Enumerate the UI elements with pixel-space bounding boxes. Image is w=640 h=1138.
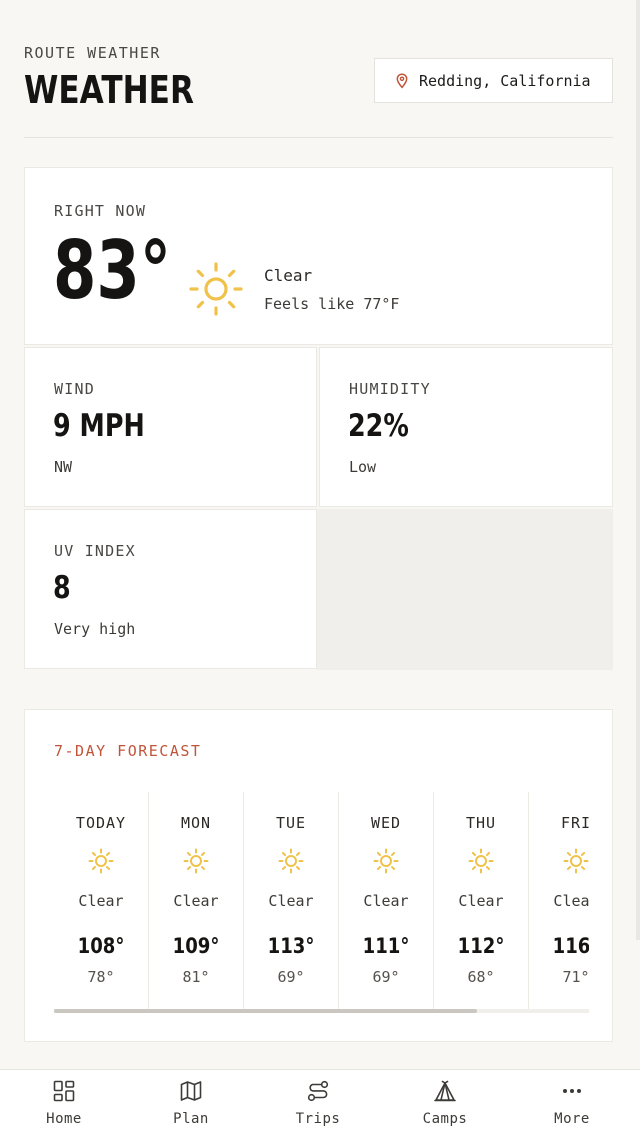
day-name: TUE (275, 814, 307, 832)
day-high: 116° (552, 934, 589, 958)
uv-index-card: UV INDEX 8 Very high (24, 509, 317, 669)
grid-icon (53, 1080, 75, 1102)
day-name: FRI (560, 814, 589, 832)
day-high: 108° (77, 934, 125, 958)
sun-icon (189, 262, 243, 316)
humidity-label: HUMIDITY (349, 380, 431, 398)
day-name: WED (370, 814, 402, 832)
location-button[interactable]: Redding, California (374, 58, 613, 103)
day-condition: Clear (268, 892, 314, 910)
forecast-day: TODAY Clear 108° 78° (54, 792, 149, 1010)
current-condition: Clear (264, 266, 313, 285)
day-condition: Clear (553, 892, 589, 910)
map-pin-icon (396, 72, 408, 89)
day-high: 109° (172, 934, 220, 958)
forecast-day: FRI Clear 116° 71° (529, 792, 589, 1010)
current-conditions-card: RIGHT NOW 83° Clear Feels like 77°F (24, 167, 613, 345)
wind-direction: NW (54, 458, 73, 476)
forecast-scrollbar-thumb[interactable] (54, 1009, 477, 1013)
nav-home[interactable]: Home (0, 1070, 128, 1138)
weather-screen: ROUTE WEATHER WEATHER Redding, Californi… (0, 0, 640, 1138)
wind-card: WIND 9 MPH NW (24, 347, 317, 507)
uv-label: UV INDEX (54, 542, 136, 560)
forecast-day: TUE Clear 113° 69° (244, 792, 339, 1010)
day-condition: Clear (78, 892, 124, 910)
sun-icon (278, 848, 304, 874)
page-header: ROUTE WEATHER WEATHER Redding, Californi… (24, 44, 613, 138)
sun-icon (373, 848, 399, 874)
page-scrollbar[interactable] (636, 0, 640, 940)
day-low: 81° (182, 968, 210, 986)
nav-more[interactable]: More (508, 1070, 636, 1138)
empty-grid-cell (317, 509, 613, 670)
nav-plan[interactable]: Plan (127, 1070, 255, 1138)
uv-value: 8 (53, 570, 71, 606)
nav-trips-label: Trips (295, 1111, 341, 1127)
day-condition: Clear (458, 892, 504, 910)
nav-trips[interactable]: Trips (254, 1070, 382, 1138)
nav-more-label: More (554, 1111, 590, 1127)
forecast-day: MON Clear 109° 81° (149, 792, 244, 1010)
location-label: Redding, California (419, 71, 591, 90)
day-high: 112° (457, 934, 505, 958)
forecast-title: 7-DAY FORECAST (54, 742, 202, 760)
uv-level: Very high (54, 620, 136, 638)
nav-plan-label: Plan (173, 1111, 209, 1127)
nav-camps[interactable]: Camps (381, 1070, 509, 1138)
humidity-value: 22% (348, 408, 409, 444)
nav-home-label: Home (46, 1111, 82, 1127)
forecast-day: THU Clear 112° 68° (434, 792, 529, 1010)
route-icon (307, 1080, 329, 1102)
day-condition: Clear (363, 892, 409, 910)
forecast-scrollbar[interactable] (54, 1009, 589, 1013)
nav-camps-label: Camps (422, 1111, 468, 1127)
day-name: TODAY (75, 814, 127, 832)
forecast-card: 7-DAY FORECAST TODAY Clear 108° 78° MON … (24, 709, 613, 1042)
humidity-level: Low (349, 458, 377, 476)
current-label: RIGHT NOW (54, 202, 147, 220)
day-name: THU (465, 814, 497, 832)
current-temperature: 83° (53, 224, 172, 317)
more-icon (563, 1089, 581, 1093)
forecast-scroller[interactable]: TODAY Clear 108° 78° MON Clear 109° 81° … (54, 792, 589, 1010)
day-name: MON (180, 814, 212, 832)
sun-icon (468, 848, 494, 874)
day-low: 78° (87, 968, 115, 986)
day-high: 113° (267, 934, 315, 958)
sun-icon (88, 848, 114, 874)
wind-value: 9 MPH (53, 408, 145, 444)
sun-icon (563, 848, 589, 874)
humidity-card: HUMIDITY 22% Low (319, 347, 613, 507)
tent-icon (434, 1080, 456, 1102)
day-low: 71° (562, 968, 589, 986)
bottom-navigation: Home Plan Trips Camps More (0, 1069, 640, 1138)
day-high: 111° (362, 934, 410, 958)
map-icon (180, 1081, 202, 1101)
day-low: 68° (467, 968, 495, 986)
wind-label: WIND (54, 380, 95, 398)
feels-like: Feels like 77°F (264, 295, 400, 313)
day-low: 69° (277, 968, 305, 986)
sun-icon (183, 848, 209, 874)
day-condition: Clear (173, 892, 219, 910)
forecast-day: WED Clear 111° 69° (339, 792, 434, 1010)
day-low: 69° (372, 968, 400, 986)
